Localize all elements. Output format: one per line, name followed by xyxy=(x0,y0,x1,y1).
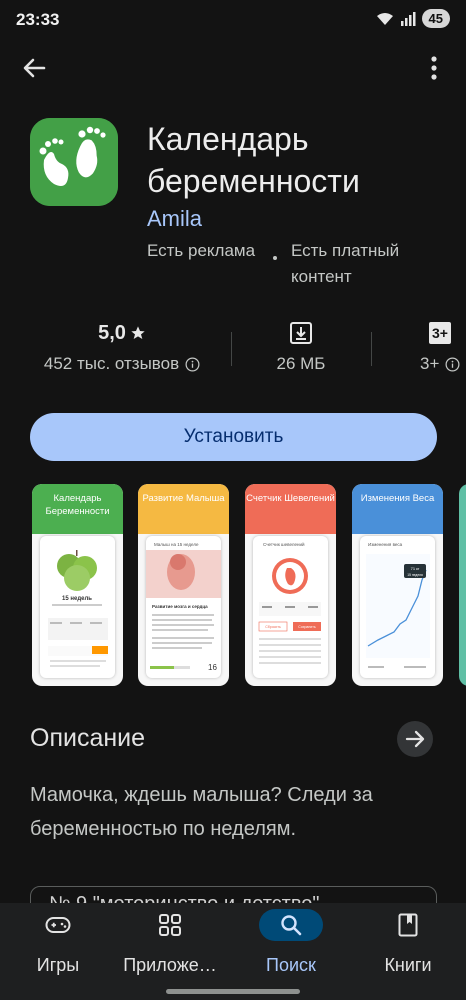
screenshot-4[interactable]: Изменения Веса Изменения веса 71 кг 15 н… xyxy=(352,484,443,686)
s2-week-number: 16 xyxy=(208,663,217,672)
nav-icon-container xyxy=(376,909,440,941)
age-badge-row: 3+ xyxy=(400,318,466,348)
s2-heading-text: Развитие мозга и сердца xyxy=(152,604,208,609)
nav-icon-container xyxy=(26,909,90,941)
s3-save-button: Сохранить xyxy=(298,625,316,629)
back-button[interactable] xyxy=(18,52,50,84)
info-icon xyxy=(185,357,200,371)
weight-chart-illustration: Изменения веса 71 кг 15 неделя xyxy=(366,542,430,668)
status-icons: 45 xyxy=(376,9,450,28)
size-stat: 26 МБ xyxy=(250,318,352,374)
screenshot-1[interactable]: Календарь Беременности 15 недель xyxy=(32,484,123,686)
nav-item-books[interactable]: Книги xyxy=(350,903,466,1000)
green-apple-illustration: 15 недель xyxy=(48,550,108,667)
apps-grid-icon xyxy=(159,914,181,936)
screenshot-2-body: Малыш на 15 неделе Развитие мозга и серд… xyxy=(146,536,221,678)
wifi-icon xyxy=(376,12,393,25)
description-title: Описание xyxy=(30,724,146,752)
age-rating-badge: 3+ xyxy=(429,322,451,344)
install-button[interactable]: Установить xyxy=(30,413,437,461)
rating-value-row: 5,0 xyxy=(22,318,222,348)
contains-ads-label: Есть реклама xyxy=(147,241,256,260)
s2-header-text: Малыш на 15 неделе xyxy=(154,542,199,547)
nav-label-apps: Приложе… xyxy=(123,955,217,975)
star-icon xyxy=(131,326,145,339)
screenshot-2[interactable]: Развитие Малыша Малыш на 15 неделе Разви… xyxy=(138,484,229,686)
screenshots-carousel[interactable]: Календарь Беременности 15 недель Развити… xyxy=(32,484,466,686)
rating-value: 5,0 xyxy=(98,321,126,344)
screenshot-1-title: Календарь Беременности xyxy=(32,484,123,534)
home-indicator[interactable] xyxy=(166,989,300,994)
more-options-button[interactable] xyxy=(422,52,446,84)
in-app-purchases-label: Есть платный контент xyxy=(291,241,400,286)
app-title: Календарь беременности xyxy=(147,121,360,199)
nav-label-search: Поиск xyxy=(266,955,316,975)
kick-counter-illustration: Счетчик шевелений Сбросить Сохранить xyxy=(258,541,321,664)
download-icon xyxy=(290,322,312,344)
screenshot-4-body: Изменения веса 71 кг 15 неделя xyxy=(360,536,435,678)
s1-week-text: 15 недель xyxy=(62,596,92,602)
status-time: 23:33 xyxy=(16,10,60,29)
battery-indicator: 45 xyxy=(421,9,450,28)
rating-stat[interactable]: 5,0 452 тыс. отзывов xyxy=(22,318,222,374)
nav-item-search[interactable]: Поиск xyxy=(233,903,349,1000)
meta-separator-dot xyxy=(273,256,277,260)
nav-label-games: Игры xyxy=(36,955,80,975)
age-rating-stat[interactable]: 3+ 3+ xyxy=(400,318,466,374)
s4-tooltip-weight: 71 кг xyxy=(411,566,420,571)
more-vert-icon xyxy=(431,56,437,80)
app-icon xyxy=(30,118,118,206)
arrow-left-icon xyxy=(23,58,46,78)
fetus-illustration: Малыш на 15 неделе Развитие мозга и серд… xyxy=(146,542,221,672)
screenshot-1-body: 15 недель xyxy=(40,536,115,678)
footprints-icon xyxy=(30,118,118,206)
nav-label-books: Книги xyxy=(384,955,432,975)
size-value: 26 МБ xyxy=(276,354,326,373)
screenshot-3[interactable]: Счетчик Шевелений Счетчик шевелений Сбро… xyxy=(245,484,336,686)
screenshot-5-partial[interactable] xyxy=(459,484,466,686)
stats-divider xyxy=(371,332,372,366)
info-icon xyxy=(445,357,460,371)
stats-row: 5,0 452 тыс. отзывов 26 МБ 3+ 3+ xyxy=(0,318,466,384)
nav-item-apps[interactable]: Приложе… xyxy=(112,903,228,1000)
screenshot-2-title: Развитие Малыша xyxy=(138,484,229,534)
signal-icon xyxy=(400,11,416,26)
developer-link[interactable]: Amila xyxy=(147,206,202,232)
book-icon xyxy=(398,913,418,937)
reviews-count: 452 тыс. отзывов xyxy=(43,354,180,373)
screenshot-3-title: Счетчик Шевелений xyxy=(245,484,336,534)
s4-header-text: Изменения веса xyxy=(368,542,403,547)
screenshot-3-body: Счетчик шевелений Сбросить Сохранить xyxy=(253,536,328,678)
gamepad-icon xyxy=(45,917,71,933)
arrow-right-icon xyxy=(405,730,425,748)
age-rating-label: 3+ xyxy=(420,354,440,373)
nav-item-games[interactable]: Игры xyxy=(0,903,116,1000)
stats-divider xyxy=(231,332,232,366)
nav-icon-container xyxy=(138,909,202,941)
screenshot-4-title: Изменения Веса xyxy=(352,484,443,534)
s3-header-text: Счетчик шевелений xyxy=(263,541,305,547)
description-text: Мамочка, ждешь малыша? Следи за беременн… xyxy=(30,784,373,840)
s3-reset-button: Сбросить xyxy=(265,625,281,629)
nav-icon-container-active xyxy=(259,909,323,941)
bottom-navigation: Игры Приложе… Поиск Книги xyxy=(0,903,466,1000)
status-bar: 23:33 45 xyxy=(0,0,466,40)
download-size-icon-row xyxy=(250,318,352,348)
age-rating-row: 3+ xyxy=(400,354,466,374)
search-icon xyxy=(281,915,302,936)
description-more-button[interactable] xyxy=(397,721,433,757)
reviews-row: 452 тыс. отзывов xyxy=(22,354,222,374)
s4-tooltip-week: 15 неделя xyxy=(407,573,423,577)
